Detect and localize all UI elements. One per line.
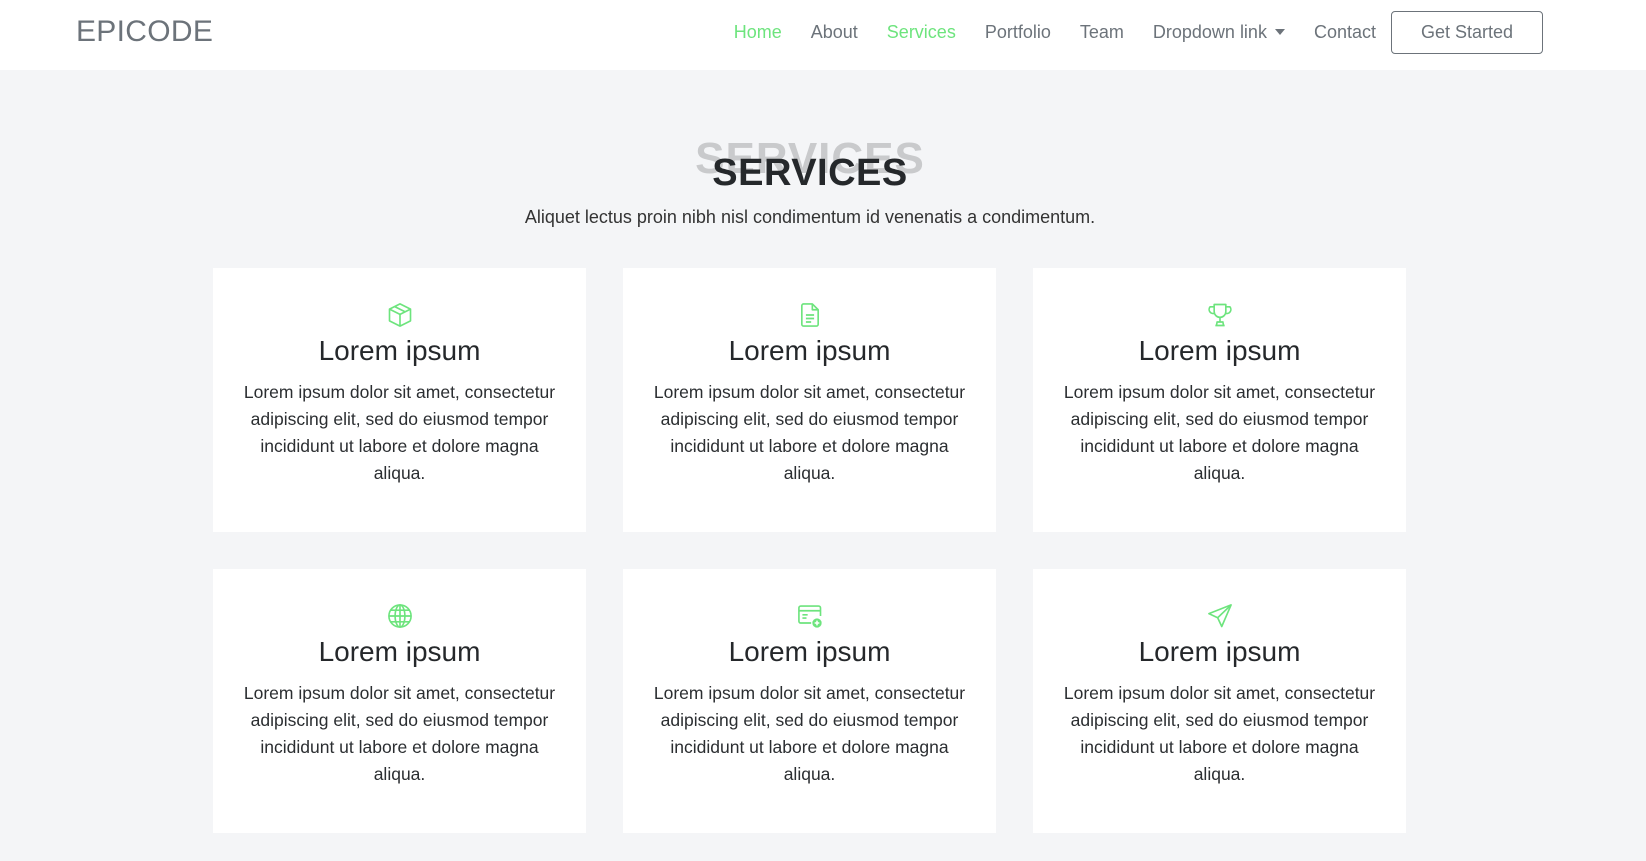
globe-icon <box>213 602 586 632</box>
service-card[interactable]: Lorem ipsum Lorem ipsum dolor sit amet, … <box>623 268 996 532</box>
card-title: Lorem ipsum <box>318 335 481 366</box>
card-text: Lorem ipsum dolor sit amet, consectetur … <box>243 683 556 784</box>
send-icon <box>1033 602 1406 632</box>
card-text: Lorem ipsum dolor sit amet, consectetur … <box>243 382 556 483</box>
card-title: Lorem ipsum <box>728 335 891 366</box>
card-text: Lorem ipsum dolor sit amet, consectetur … <box>1063 683 1376 784</box>
service-card[interactable]: Lorem ipsum Lorem ipsum dolor sit amet, … <box>623 569 996 833</box>
card-title: Lorem ipsum <box>728 636 891 667</box>
get-started-button[interactable]: Get Started <box>1391 10 1543 54</box>
navbar: EPICODE Home About Services Portfolio Te… <box>0 0 1646 70</box>
file-text-icon <box>623 301 996 331</box>
nav-item-team[interactable]: Team <box>1080 22 1124 43</box>
card-text: Lorem ipsum dolor sit amet, consectetur … <box>1063 382 1376 483</box>
service-card[interactable]: Lorem ipsum Lorem ipsum dolor sit amet, … <box>213 569 586 833</box>
caret-down-icon <box>1274 29 1285 35</box>
card-text: Lorem ipsum dolor sit amet, consectetur … <box>653 683 966 784</box>
nav-item-dropdown-label: Dropdown link <box>1152 21 1267 42</box>
nav-item-dropdown[interactable]: Dropdown link <box>1153 22 1285 43</box>
section-subtitle: Aliquet lectus proin nibh nisl condiment… <box>524 207 1096 227</box>
browser-add-icon <box>623 602 996 632</box>
card-title: Lorem ipsum <box>1138 636 1301 667</box>
services-grid: Lorem ipsum Lorem ipsum dolor sit amet, … <box>213 268 1406 833</box>
nav-item-about[interactable]: About <box>811 22 858 43</box>
card-title: Lorem ipsum <box>318 636 481 667</box>
nav-menu: Home About Services Portfolio Team Dropd… <box>734 0 1646 64</box>
brand-logo[interactable]: EPICODE <box>76 15 213 49</box>
nav-item-services[interactable]: Services <box>887 22 956 43</box>
trophy-icon <box>1033 301 1406 331</box>
card-title: Lorem ipsum <box>1138 335 1301 366</box>
service-card[interactable]: Lorem ipsum Lorem ipsum dolor sit amet, … <box>1033 569 1406 833</box>
section-title: SERVICES <box>712 152 908 194</box>
nav-item-contact[interactable]: Contact <box>1314 22 1376 43</box>
nav-item-portfolio[interactable]: Portfolio <box>985 22 1051 43</box>
box-icon <box>213 301 586 331</box>
nav-item-home[interactable]: Home <box>734 22 782 43</box>
card-text: Lorem ipsum dolor sit amet, consectetur … <box>653 382 966 483</box>
service-card[interactable]: Lorem ipsum Lorem ipsum dolor sit amet, … <box>1033 268 1406 532</box>
section-heading: SERVICES SERVICES <box>0 134 1620 194</box>
service-card[interactable]: Lorem ipsum Lorem ipsum dolor sit amet, … <box>213 268 586 532</box>
